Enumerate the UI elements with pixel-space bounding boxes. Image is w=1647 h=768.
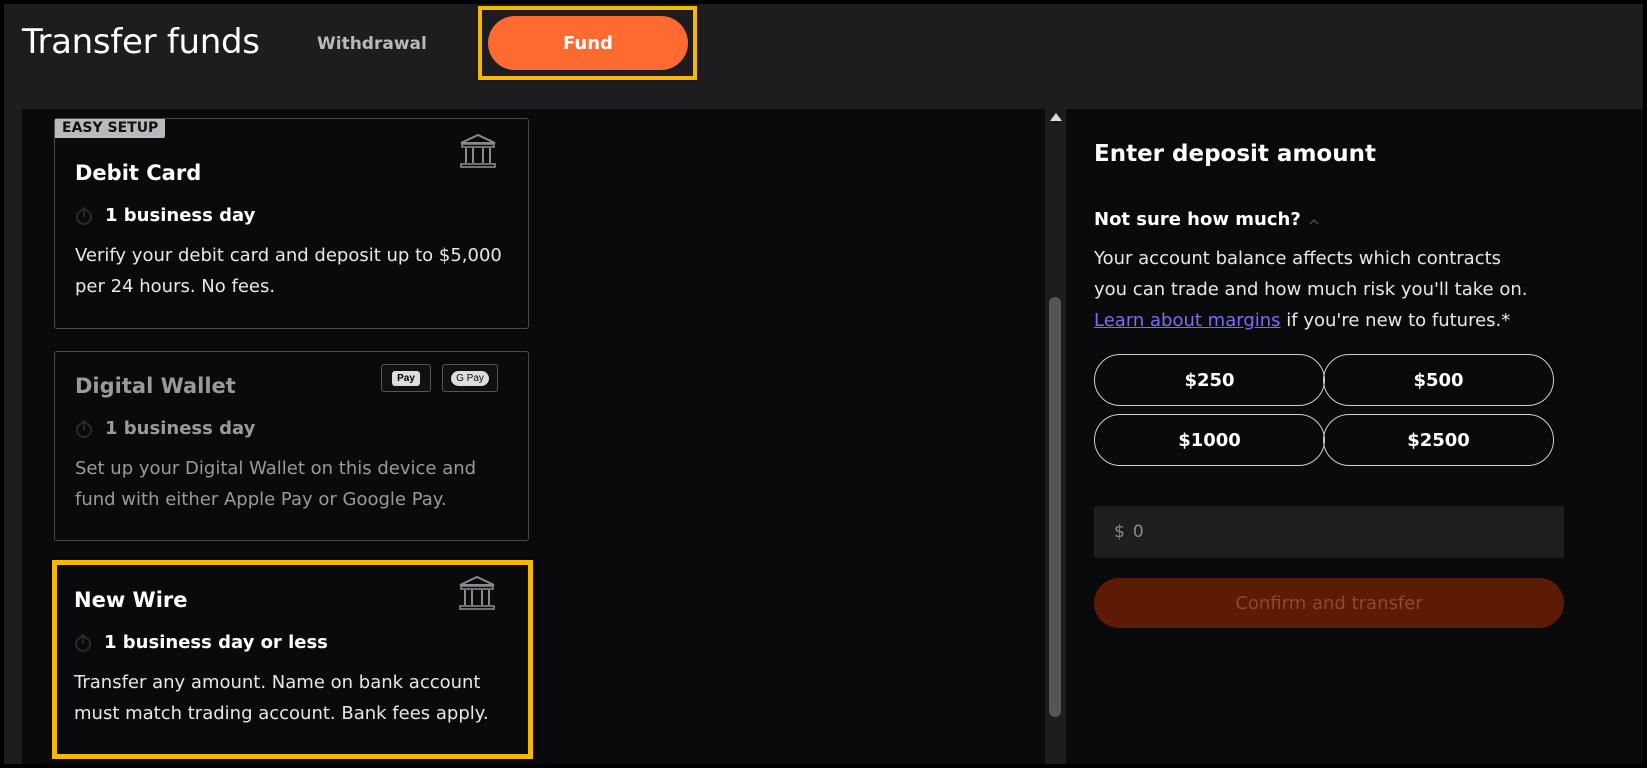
currency-symbol: $ — [1114, 522, 1125, 542]
amount-2500-button[interactable]: $2500 — [1323, 414, 1554, 466]
method-description: Transfer any amount. Name on bank accoun… — [74, 672, 489, 724]
info-text-end: if you're new to futures.* — [1280, 310, 1511, 331]
scrollbar-thumb[interactable] — [1049, 297, 1061, 717]
apple-pay-label: Pay — [392, 370, 420, 386]
balance-info-text: Your account balance affects which contr… — [1094, 243, 1539, 336]
learn-about-margins-link[interactable]: Learn about margins — [1094, 310, 1281, 331]
method-time-label: 1 business day — [105, 205, 256, 226]
tab-withdrawal[interactable]: Withdrawal — [317, 34, 427, 54]
bank-icon — [459, 575, 495, 610]
method-title: Digital Wallet — [75, 374, 236, 398]
funding-methods-list: EASY SETUP Debit Card 1 business day Ver… — [22, 109, 1063, 764]
method-card-debit-card[interactable]: EASY SETUP Debit Card 1 business day Ver… — [54, 118, 529, 329]
info-text-start: Your account balance affects which contr… — [1094, 248, 1528, 300]
transfer-funds-window: Transfer funds Withdrawal Fund EASY SETU… — [4, 4, 1643, 764]
deposit-amount-field[interactable]: $ — [1094, 506, 1564, 558]
method-time: 1 business day — [75, 418, 255, 439]
method-time-label: 1 business day or less — [104, 632, 328, 653]
scroll-up-arrow-icon[interactable] — [1050, 113, 1062, 121]
amount-500-button[interactable]: $500 — [1323, 354, 1554, 406]
method-time-label: 1 business day — [105, 418, 256, 439]
google-pay-label: G Pay — [451, 370, 489, 386]
scrollbar[interactable] — [1045, 109, 1065, 764]
not-sure-label: Not sure how much? — [1094, 209, 1301, 230]
apple-pay-icon: Pay — [381, 364, 431, 392]
tab-fund[interactable]: Fund — [488, 16, 688, 70]
method-description: Verify your debit card and deposit up to… — [75, 245, 502, 297]
method-time: 1 business day — [75, 205, 255, 226]
clock-icon — [75, 634, 91, 652]
amount-250-button[interactable]: $250 — [1094, 354, 1325, 406]
deposit-panel: Enter deposit amount Not sure how much? … — [1066, 109, 1643, 764]
method-card-new-wire[interactable]: New Wire 1 business day or less Transfer… — [52, 560, 533, 759]
method-card-digital-wallet[interactable]: Pay G Pay Digital Wallet 1 business day … — [54, 351, 529, 541]
header: Transfer funds Withdrawal Fund — [4, 4, 1643, 109]
method-title: New Wire — [74, 588, 188, 612]
easy-setup-badge: EASY SETUP — [55, 119, 166, 138]
method-time: 1 business day or less — [74, 632, 328, 653]
chevron-up-icon — [1309, 218, 1319, 225]
clock-icon — [76, 207, 92, 225]
amount-1000-button[interactable]: $1000 — [1094, 414, 1325, 466]
page-title: Transfer funds — [22, 22, 260, 62]
method-title: Debit Card — [75, 161, 202, 185]
confirm-transfer-button[interactable]: Confirm and transfer — [1094, 578, 1564, 628]
bank-icon — [460, 133, 496, 168]
method-description: Set up your Digital Wallet on this devic… — [75, 458, 477, 510]
deposit-amount-input[interactable] — [1130, 521, 1535, 543]
not-sure-toggle[interactable]: Not sure how much? — [1094, 209, 1319, 230]
clock-icon — [76, 420, 92, 438]
google-pay-icon: G Pay — [442, 364, 498, 392]
deposit-title: Enter deposit amount — [1094, 141, 1376, 167]
